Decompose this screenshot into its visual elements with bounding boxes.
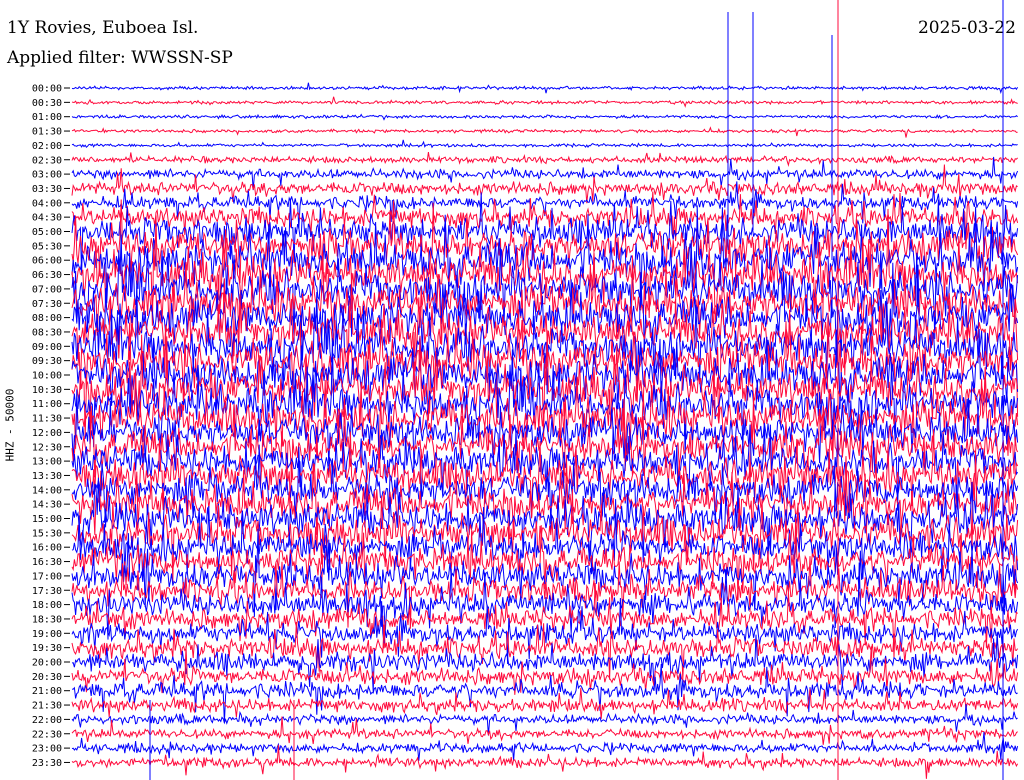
time-tick-label: 13:30 xyxy=(32,471,62,482)
time-tick-label: 06:30 xyxy=(32,270,62,281)
time-tick-label: 03:00 xyxy=(32,170,62,181)
time-tick-label: 09:00 xyxy=(32,342,62,353)
seismogram-trace xyxy=(71,716,1018,745)
time-tick-label: 11:00 xyxy=(32,399,62,410)
time-tick-labels: 00:00 00:30 01:00 01:30 02:00 02:30 03:00 03:30… xyxy=(32,84,70,769)
time-tick-label: 07:00 xyxy=(32,284,62,295)
time-tick-label: 20:00 xyxy=(32,658,62,669)
seismogram-trace xyxy=(71,126,1018,138)
time-tick-label: 22:00 xyxy=(32,715,62,726)
seismogram-plot: 00:00 00:30 01:00 01:30 02:00 02:30 03:00 03:30… xyxy=(32,0,1019,780)
time-tick-label: 11:30 xyxy=(32,414,62,425)
time-tick-label: 00:30 xyxy=(32,98,62,109)
time-tick-label: 12:00 xyxy=(32,428,62,439)
time-tick-label: 16:00 xyxy=(32,543,62,554)
seismogram-trace xyxy=(71,139,1018,149)
time-tick-label: 21:00 xyxy=(32,686,62,697)
time-tick-label: 12:30 xyxy=(32,442,62,453)
time-tick-label: 04:30 xyxy=(32,213,62,224)
time-tick-label: 10:30 xyxy=(32,385,62,396)
time-tick-label: 22:30 xyxy=(32,729,62,740)
time-tick-label: 17:30 xyxy=(32,586,62,597)
time-tick-label: 19:00 xyxy=(32,629,62,640)
seismogram-trace xyxy=(71,631,1019,693)
seismogram-trace xyxy=(71,152,1018,168)
time-tick-label: 03:30 xyxy=(32,184,62,195)
time-tick-label: 05:00 xyxy=(32,227,62,238)
seismogram-trace xyxy=(71,113,1018,121)
time-tick-label: 17:00 xyxy=(32,571,62,582)
time-tick-label: 23:00 xyxy=(32,744,62,755)
seismogram-traces xyxy=(71,0,1019,780)
time-tick-label: 08:30 xyxy=(32,327,62,338)
time-tick-label: 10:00 xyxy=(32,371,62,382)
time-tick-label: 06:00 xyxy=(32,256,62,267)
time-tick-label: 18:30 xyxy=(32,614,62,625)
time-tick-label: 04:00 xyxy=(32,198,62,209)
time-tick-label: 15:30 xyxy=(32,528,62,539)
time-tick-label: 02:30 xyxy=(32,155,62,166)
time-tick-label: 01:30 xyxy=(32,127,62,138)
time-tick-label: 07:30 xyxy=(32,299,62,310)
time-tick-label: 08:00 xyxy=(32,313,62,324)
time-tick-label: 09:30 xyxy=(32,356,62,367)
time-tick-label: 18:00 xyxy=(32,600,62,611)
time-tick-label: 23:30 xyxy=(32,758,62,769)
time-tick-label: 19:30 xyxy=(32,643,62,654)
time-tick-label: 05:30 xyxy=(32,241,62,252)
seismogram-trace xyxy=(71,96,1018,108)
time-tick-label: 13:00 xyxy=(32,457,62,468)
time-tick-label: 02:00 xyxy=(32,141,62,152)
time-tick-label: 14:00 xyxy=(32,485,62,496)
time-tick-label: 01:00 xyxy=(32,112,62,123)
time-tick-label: 16:30 xyxy=(32,557,62,568)
time-tick-label: 21:30 xyxy=(32,701,62,712)
time-tick-label: 14:30 xyxy=(32,500,62,511)
time-tick-label: 15:00 xyxy=(32,514,62,525)
time-tick-label: 00:00 xyxy=(32,84,62,95)
time-tick-label: 20:30 xyxy=(32,672,62,683)
seismogram-trace xyxy=(71,82,1019,95)
